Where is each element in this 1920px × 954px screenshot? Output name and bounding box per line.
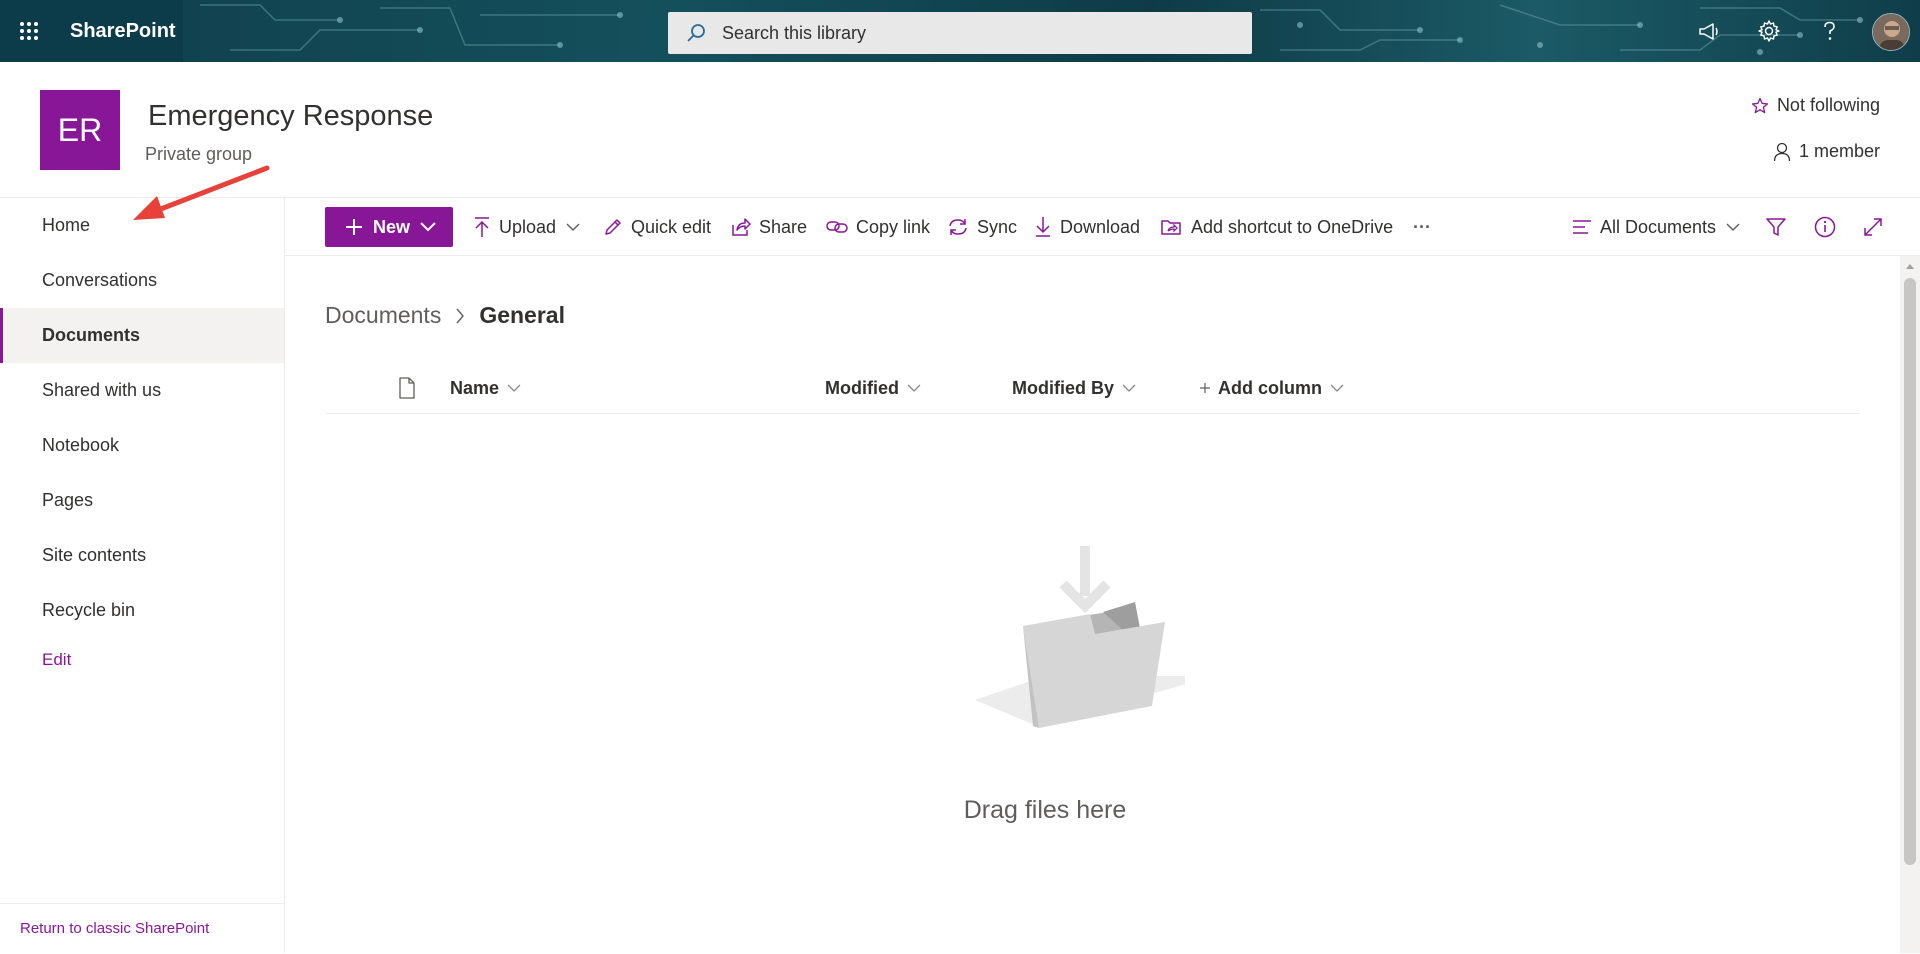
expand-icon (1864, 218, 1882, 236)
chevron-down-icon (907, 384, 921, 392)
modified-column-header[interactable]: Modified (825, 362, 921, 414)
download-label: Download (1060, 216, 1141, 237)
nav-item-site-contents[interactable]: Site contents (0, 528, 284, 583)
breadcrumb: Documents General (325, 302, 565, 329)
share-button[interactable]: Share (731, 207, 807, 247)
info-pane-button[interactable] (1814, 207, 1844, 247)
chevron-down-icon (1726, 223, 1740, 231)
sharepoint-brand-link[interactable]: SharePoint (58, 0, 183, 62)
breadcrumb-documents[interactable]: Documents (325, 302, 441, 329)
column-header-row: Name Modified Modified By Add column (325, 362, 1860, 414)
feedback-button[interactable] (1687, 9, 1731, 53)
file-type-column-header[interactable] (398, 362, 416, 414)
person-icon (1773, 142, 1791, 161)
document-icon (399, 377, 415, 399)
nav-item-conversations[interactable]: Conversations (0, 253, 284, 308)
fullscreen-button[interactable] (1863, 207, 1891, 247)
nav-item-shared-with-us[interactable]: Shared with us (0, 363, 284, 418)
upload-label: Upload (499, 216, 557, 237)
empty-folder-illustration (975, 546, 1185, 728)
shortcut-icon (1161, 220, 1181, 235)
empty-state-text: Drag files here (963, 796, 1127, 824)
add-shortcut-button[interactable]: Add shortcut to OneDrive (1161, 207, 1393, 247)
breadcrumb-general: General (479, 302, 565, 328)
copy-link-button[interactable]: Copy link (826, 207, 930, 247)
plus-icon (346, 219, 362, 235)
chevron-right-icon (456, 308, 465, 323)
more-commands-button[interactable]: ··· (1413, 207, 1431, 247)
help-button[interactable] (1807, 9, 1851, 53)
nav-edit-link[interactable]: Edit (0, 638, 284, 682)
download-icon (1036, 217, 1050, 237)
search-box[interactable] (668, 12, 1252, 54)
name-column-label: Name (450, 377, 500, 398)
link-icon (826, 221, 848, 233)
document-library: Documents General Name Modified Modified… (285, 256, 1900, 953)
members-button[interactable]: 1 member (1773, 141, 1880, 162)
chevron-down-icon (566, 223, 580, 231)
modified-column-label: Modified (825, 377, 899, 398)
annotation-arrow (133, 165, 270, 220)
name-column-header[interactable]: Name (450, 362, 521, 414)
chevron-down-icon (1122, 384, 1136, 392)
nav-item-notebook[interactable]: Notebook (0, 418, 284, 473)
command-bar: New Upload Quick edit Share Copy link Sy… (285, 198, 1920, 256)
add-column-header[interactable]: Add column (1198, 362, 1344, 414)
chevron-down-icon (1330, 384, 1344, 392)
pencil-icon (605, 219, 621, 235)
view-list-icon (1573, 220, 1591, 234)
nav-item-pages[interactable]: Pages (0, 473, 284, 528)
new-label: New (373, 216, 411, 237)
waffle-icon (20, 22, 38, 40)
share-label: Share (759, 216, 808, 237)
add-shortcut-label: Add shortcut to OneDrive (1191, 216, 1394, 237)
vertical-scrollbar[interactable] (1900, 256, 1920, 953)
share-icon (732, 218, 751, 236)
quick-edit-button[interactable]: Quick edit (603, 207, 711, 247)
modified-by-column-label: Modified By (1012, 377, 1114, 398)
filter-button[interactable] (1766, 207, 1794, 247)
copy-link-label: Copy link (856, 216, 931, 237)
site-title[interactable]: Emergency Response (148, 100, 433, 133)
download-button[interactable]: Download (1034, 207, 1140, 247)
sync-button[interactable]: Sync (947, 207, 1017, 247)
follow-label: Not following (1776, 95, 1880, 115)
search-icon (687, 24, 705, 42)
members-label: 1 member (1798, 141, 1880, 161)
chevron-down-icon (420, 222, 436, 232)
modified-by-column-header[interactable]: Modified By (1012, 362, 1136, 414)
sync-label: Sync (977, 216, 1018, 237)
gear-icon (1758, 20, 1780, 42)
add-column-label: Add column (1218, 377, 1322, 398)
quick-edit-label: Quick edit (631, 216, 712, 237)
scroll-up-arrow-icon[interactable] (1905, 262, 1915, 270)
return-to-classic-link[interactable]: Return to classic SharePoint (0, 903, 284, 953)
new-button[interactable]: New (325, 207, 453, 247)
app-launcher-button[interactable] (0, 0, 58, 62)
filter-icon (1766, 218, 1786, 236)
view-switcher-button[interactable]: All Documents (1572, 207, 1740, 247)
view-label: All Documents (1600, 216, 1717, 237)
scrollbar-thumb[interactable] (1904, 278, 1916, 865)
site-logo[interactable]: ER (40, 90, 120, 170)
chevron-down-icon (507, 384, 521, 392)
follow-button[interactable]: Not following (1751, 95, 1880, 116)
megaphone-icon (1699, 23, 1718, 40)
left-navigation: Home Conversations Documents Shared with… (0, 198, 285, 953)
info-icon (1814, 216, 1836, 238)
upload-icon (475, 217, 489, 237)
search-input[interactable] (722, 22, 1202, 44)
plus-icon (1200, 383, 1210, 393)
site-header: ER Emergency Response Private group Not … (0, 62, 1920, 198)
nav-item-recycle-bin[interactable]: Recycle bin (0, 583, 284, 638)
suite-bar: SharePoint (0, 0, 1920, 62)
nav-item-documents[interactable]: Documents (0, 308, 284, 363)
sync-icon (949, 219, 967, 235)
upload-button[interactable]: Upload (473, 207, 580, 247)
help-icon (1824, 21, 1835, 40)
star-icon (1751, 97, 1769, 113)
user-avatar[interactable] (1872, 13, 1910, 51)
settings-button[interactable] (1747, 9, 1791, 53)
